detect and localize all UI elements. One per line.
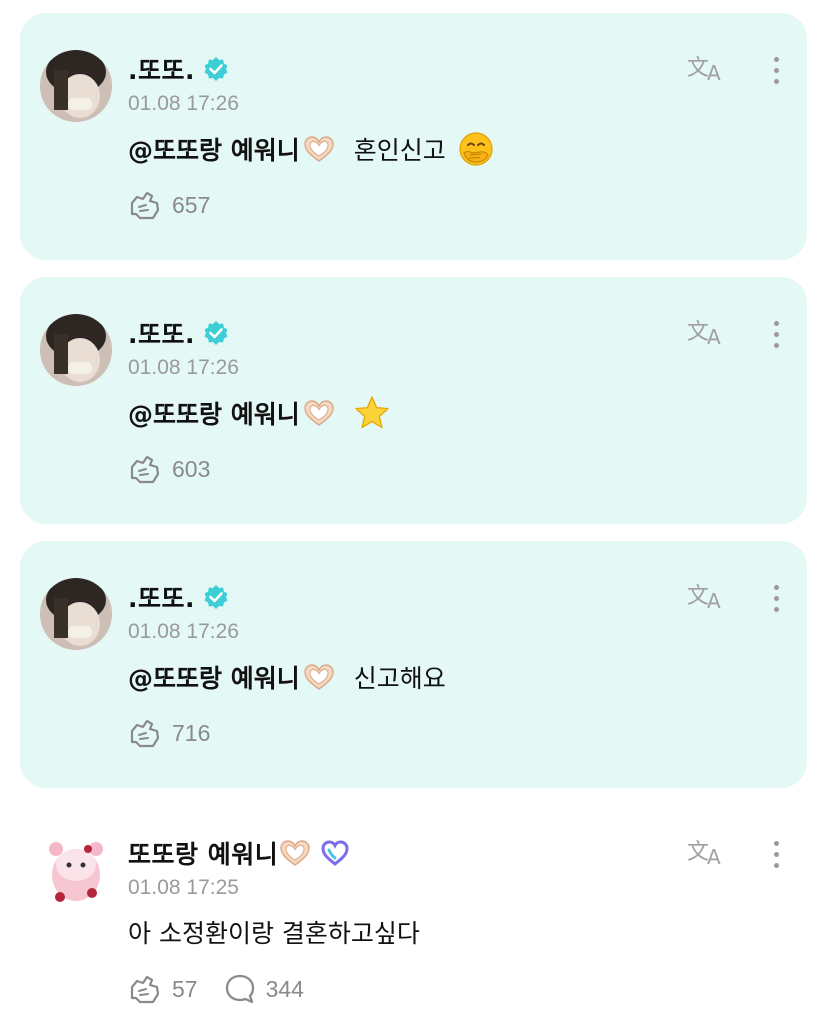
translate-icon[interactable] [687, 581, 727, 611]
comment-card: .또또. 01.08 17:26 @또또랑 예워니 혼인신고 657 [20, 13, 807, 260]
mention-link[interactable]: @또또랑 예워니 [128, 659, 300, 695]
comment-stats: 716 [128, 717, 226, 749]
timestamp: 01.08 17:26 [128, 356, 239, 379]
translate-icon[interactable] [687, 53, 727, 83]
like-button[interactable]: 657 [128, 189, 210, 221]
heart-hands-emoji-icon [302, 398, 336, 428]
heart-hands-emoji-icon [278, 838, 312, 868]
more-vertical-icon[interactable] [774, 585, 779, 618]
like-hand-icon [128, 717, 162, 749]
comment-text: 아 소정환이랑 결혼하고싶다 [128, 919, 420, 948]
comment-card: .또또. 01.08 17:26 @또또랑 예워니 603 [20, 277, 807, 524]
reply-button[interactable]: 344 [224, 973, 304, 1005]
author-name[interactable]: .또또. [128, 315, 195, 351]
like-button[interactable]: 57 [128, 973, 198, 1005]
mention-link[interactable]: @또또랑 예워니 [128, 131, 300, 167]
author-row: 또또랑 예워니 [128, 835, 350, 871]
like-button[interactable]: 603 [128, 453, 210, 485]
comment-body: @또또랑 예워니 [128, 395, 390, 431]
comment-text: 혼인신고 [353, 136, 446, 165]
author-row: .또또. [128, 579, 229, 615]
comment-card: .또또. 01.08 17:26 @또또랑 예워니 신고해요 716 [20, 541, 807, 788]
comment-body: @또또랑 예워니 혼인신고 [128, 131, 494, 167]
reply-count: 344 [265, 975, 304, 1002]
avatar[interactable] [40, 835, 112, 907]
more-vertical-icon[interactable] [774, 841, 779, 874]
verified-check-icon [203, 56, 229, 82]
mention-link[interactable]: @또또랑 예워니 [128, 395, 300, 431]
verified-check-icon [203, 320, 229, 346]
avatar[interactable] [40, 50, 112, 122]
author-name[interactable]: .또또. [128, 51, 195, 87]
like-hand-icon [128, 453, 162, 485]
heart-hands-emoji-icon [302, 662, 336, 692]
like-count: 657 [172, 191, 211, 218]
comment-stats: 603 [128, 453, 226, 485]
avatar[interactable] [40, 578, 112, 650]
comment-body: @또또랑 예워니 신고해요 [128, 659, 446, 695]
comment-stats: 657 [128, 189, 226, 221]
comment-text: 신고해요 [353, 664, 446, 693]
translate-icon[interactable] [687, 317, 727, 347]
comment-card: 또또랑 예워니 01.08 17:25 아 소정환이랑 결혼하고싶다 57 34… [20, 797, 807, 1019]
reply-bubble-icon [224, 973, 256, 1005]
verified-check-icon [203, 584, 229, 610]
like-hand-icon [128, 189, 162, 221]
like-button[interactable]: 716 [128, 717, 210, 749]
timestamp: 01.08 17:26 [128, 620, 239, 643]
more-vertical-icon[interactable] [774, 321, 779, 354]
author-row: .또또. [128, 51, 229, 87]
star-emoji-icon [354, 395, 390, 431]
more-vertical-icon[interactable] [774, 57, 779, 90]
like-count: 716 [172, 719, 211, 746]
author-name[interactable]: .또또. [128, 579, 195, 615]
heart-hands-emoji-icon [302, 134, 336, 164]
author-row: .또또. [128, 315, 229, 351]
heart-badge-icon [320, 839, 350, 867]
face-with-hand-over-mouth-icon [458, 131, 494, 167]
author-name[interactable]: 또또랑 예워니 [128, 835, 278, 871]
timestamp: 01.08 17:25 [128, 876, 239, 899]
comment-stats: 57 344 [128, 973, 320, 1005]
comment-body: 아 소정환이랑 결혼하고싶다 [128, 914, 420, 950]
like-count: 603 [172, 455, 211, 482]
avatar[interactable] [40, 314, 112, 386]
translate-icon[interactable] [687, 837, 727, 867]
like-hand-icon [128, 973, 162, 1005]
like-count: 57 [172, 975, 198, 1002]
timestamp: 01.08 17:26 [128, 92, 239, 115]
